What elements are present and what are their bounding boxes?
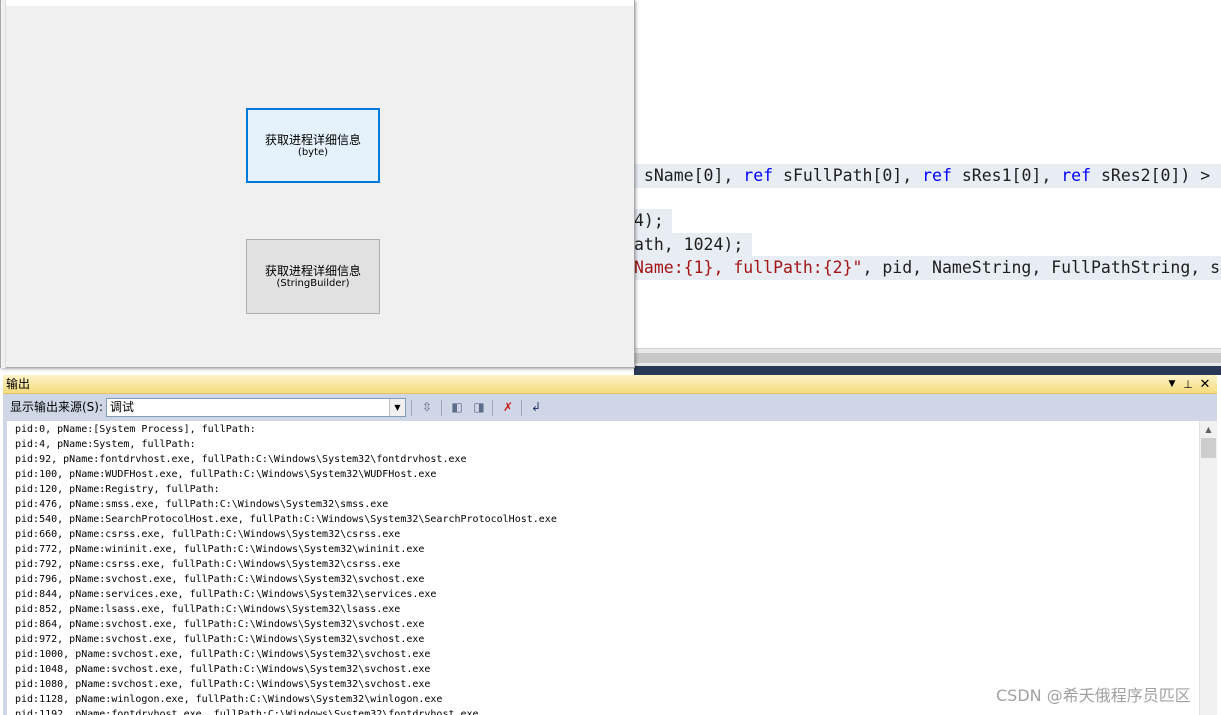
output-source-select[interactable]: 调试 ▼ <box>106 398 406 417</box>
output-line: pid:540, pName:SearchProtocolHost.exe, f… <box>15 514 557 525</box>
toolbar-separator <box>492 400 493 416</box>
toolbar-separator <box>411 400 412 416</box>
app-form-window: 获取进程详细信息 (byte) 获取进程详细信息 (StringBuilder) <box>0 0 635 368</box>
scrollbar-thumb[interactable] <box>1201 438 1216 458</box>
get-process-info-stringbuilder-button[interactable]: 获取进程详细信息 (StringBuilder) <box>246 239 380 314</box>
toolbar-separator <box>441 400 442 416</box>
editor-horizontal-scrollbar[interactable] <box>634 348 1221 366</box>
button-sublabel: (byte) <box>297 147 329 158</box>
clear-all-icon[interactable]: ✗ <box>498 398 518 417</box>
output-line: pid:120, pName:Registry, fullPath: <box>15 484 220 495</box>
watermark: CSDN @希夭俄程序员匹区 <box>996 686 1191 705</box>
code-line: 4); <box>634 209 672 233</box>
output-line: pid:792, pName:csrss.exe, fullPath:C:\Wi… <box>15 559 401 570</box>
scrollbar-thumb[interactable] <box>634 353 1221 363</box>
window-border <box>6 0 634 6</box>
next-message-icon[interactable]: ◨ <box>469 398 489 417</box>
output-line: pid:772, pName:wininit.exe, fullPath:C:\… <box>15 544 425 555</box>
toolbar-separator <box>521 400 522 416</box>
chevron-down-icon[interactable]: ▼ <box>389 399 405 416</box>
output-line: pid:660, pName:csrss.exe, fullPath:C:\Wi… <box>15 529 401 540</box>
output-line: pid:864, pName:svchost.exe, fullPath:C:\… <box>15 619 425 630</box>
screen: sName[0], ref sFullPath[0], ref sRes1[0]… <box>0 0 1221 715</box>
chevron-up-icon[interactable]: ▲ <box>1200 421 1217 438</box>
output-line: pid:0, pName:[System Process], fullPath: <box>15 424 256 435</box>
code-line: sName[0], ref sFullPath[0], ref sRes1[0]… <box>634 164 1221 188</box>
output-line: pid:972, pName:svchost.exe, fullPath:C:\… <box>15 634 425 645</box>
output-panel: 输出 ▼ ⊥ ✕ 显示输出来源(S): 调试 ▼ ⇳ ◧ ◨ ✗ ↲ pid:0… <box>3 375 1217 715</box>
output-lines: pid:0, pName:[System Process], fullPath:… <box>15 422 557 715</box>
output-line: pid:1080, pName:svchost.exe, fullPath:C:… <box>15 679 431 690</box>
pin-icon[interactable]: ⊥ <box>1181 377 1195 392</box>
code-line: ath, 1024); <box>634 233 752 257</box>
output-vertical-scrollbar[interactable]: ▲ <box>1199 421 1217 715</box>
dropdown-arrow-icon[interactable]: ▼ <box>1165 377 1179 392</box>
output-line: pid:1000, pName:svchost.exe, fullPath:C:… <box>15 649 431 660</box>
output-line: pid:4, pName:System, fullPath: <box>15 439 196 450</box>
output-line: pid:1128, pName:winlogon.exe, fullPath:C… <box>15 694 443 705</box>
output-text-area[interactable]: pid:0, pName:[System Process], fullPath:… <box>7 421 1199 715</box>
output-source-label: 显示输出来源(S): <box>10 400 104 414</box>
output-line: pid:852, pName:lsass.exe, fullPath:C:\Wi… <box>15 604 401 615</box>
code-line: Name:{1}, fullPath:{2}", pid, NameString… <box>634 256 1221 280</box>
button-label: 获取进程详细信息 <box>264 264 361 278</box>
window-border <box>1 0 6 368</box>
output-source-value: 调试 <box>110 400 135 414</box>
get-process-info-byte-button[interactable]: 获取进程详细信息 (byte) <box>246 108 380 183</box>
prev-message-icon[interactable]: ◧ <box>447 398 467 417</box>
output-line: pid:1192, pName:fontdrvhost.exe, fullPat… <box>15 709 479 715</box>
output-toolbar: 显示输出来源(S): 调试 ▼ ⇳ ◧ ◨ ✗ ↲ <box>3 395 1217 420</box>
word-wrap-icon[interactable]: ↲ <box>526 398 546 417</box>
output-line: pid:100, pName:WUDFHost.exe, fullPath:C:… <box>15 469 437 480</box>
output-line: pid:796, pName:svchost.exe, fullPath:C:\… <box>15 574 425 585</box>
output-line: pid:476, pName:smss.exe, fullPath:C:\Win… <box>15 499 389 510</box>
find-message-icon[interactable]: ⇳ <box>417 398 437 417</box>
output-line: pid:1048, pName:svchost.exe, fullPath:C:… <box>15 664 431 675</box>
close-icon[interactable]: ✕ <box>1198 377 1212 392</box>
dock-splitter[interactable] <box>634 366 1221 375</box>
button-label: 获取进程详细信息 <box>264 133 361 147</box>
button-sublabel: (StringBuilder) <box>276 278 350 289</box>
output-title: 输出 <box>6 377 31 391</box>
output-line: pid:844, pName:services.exe, fullPath:C:… <box>15 589 437 600</box>
output-line: pid:92, pName:fontdrvhost.exe, fullPath:… <box>15 454 467 465</box>
output-titlebar[interactable]: 输出 ▼ ⊥ ✕ <box>3 375 1217 394</box>
